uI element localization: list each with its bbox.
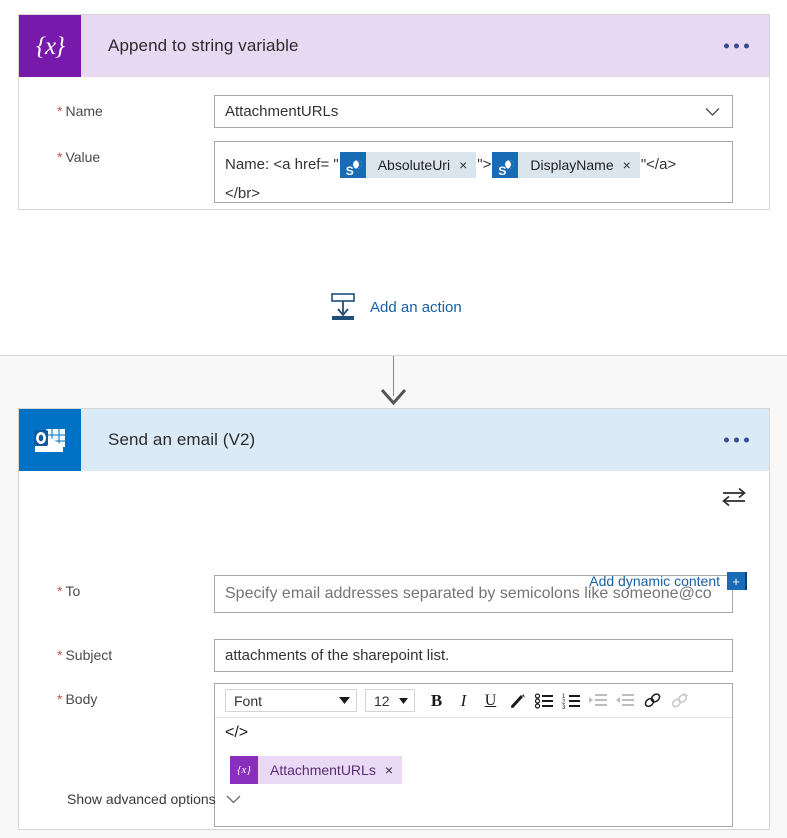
chevron-down-icon: [399, 697, 408, 704]
editor-toolbar: Font 12 B I U 1 2 3: [215, 684, 732, 718]
value-row: *Value Name: <a href= " AbsoluteUri × ">…: [19, 141, 769, 203]
add-dynamic-content-label: Add dynamic content: [589, 573, 720, 589]
subject-row: * Subject attachments of the sharepoint l…: [19, 639, 769, 672]
indent-decrease-icon[interactable]: [612, 688, 639, 713]
chevron-down-icon[interactable]: [705, 107, 720, 116]
subject-input[interactable]: attachments of the sharepoint list.: [214, 639, 733, 672]
sharepoint-icon: [492, 152, 519, 186]
font-size-select[interactable]: 12: [365, 689, 415, 712]
font-family-select[interactable]: Font: [225, 689, 357, 712]
email-card-body: * To Specify email addresses separated by…: [19, 487, 769, 827]
token-label: AttachmentURLs: [270, 762, 376, 778]
name-row: * Name AttachmentURLs: [19, 95, 769, 128]
append-card-body: * Name AttachmentURLs * Value Name: <a hre…: [19, 95, 769, 203]
numbered-list-icon[interactable]: 1 2 3: [558, 688, 585, 713]
body-label: * Body: [57, 691, 98, 707]
name-input-value: AttachmentURLs: [225, 103, 339, 120]
value-text-part-2: ">: [477, 156, 492, 173]
subject-label: * Subject: [57, 647, 113, 663]
outlook-icon: [19, 409, 81, 471]
token-remove-icon[interactable]: ×: [385, 762, 402, 778]
indent-increase-icon[interactable]: [585, 688, 612, 713]
plus-icon[interactable]: +: [727, 572, 747, 590]
token-label: DisplayName: [530, 156, 614, 173]
font-family-value: Font: [234, 692, 263, 709]
name-input[interactable]: AttachmentURLs: [214, 95, 733, 128]
add-an-action-button[interactable]: Add an action: [328, 292, 462, 322]
chevron-down-icon: [339, 697, 350, 704]
unlink-icon[interactable]: [666, 688, 693, 713]
chevron-down-icon: [226, 795, 241, 803]
value-text-part-4: </br>: [225, 185, 261, 202]
text-color-pen-icon[interactable]: [504, 688, 531, 713]
bold-button[interactable]: B: [423, 688, 450, 713]
add-action-icon: [331, 293, 355, 320]
bulleted-list-icon[interactable]: [531, 688, 558, 713]
value-text-part-1: Name: <a href= ": [225, 156, 339, 173]
flow-connector-arrow: [380, 389, 407, 406]
code-view-button[interactable]: </>: [215, 718, 732, 748]
underline-button[interactable]: U: [477, 688, 504, 713]
value-label: * Value: [57, 149, 101, 165]
token-remove-icon[interactable]: ×: [459, 151, 476, 180]
name-label: * Name: [57, 103, 103, 119]
send-an-email-card: Send an email (V2) * To Specify email add…: [18, 408, 770, 830]
font-size-value: 12: [374, 692, 390, 709]
token-label: AbsoluteUri: [377, 156, 451, 173]
dynamic-token-displayname[interactable]: DisplayName ×: [492, 151, 640, 186]
show-advanced-options-label: Show advanced options: [67, 791, 216, 807]
email-card-header[interactable]: Send an email (V2): [19, 409, 769, 471]
token-remove-icon[interactable]: ×: [623, 151, 640, 180]
subject-required-asterisk: *: [57, 647, 63, 663]
append-card-title: Append to string variable: [108, 36, 299, 55]
dynamic-token-attachmenturls[interactable]: AttachmentURLs ×: [230, 756, 403, 784]
dynamic-token-absoluteuri[interactable]: AbsoluteUri ×: [339, 151, 477, 186]
body-rich-text-editor[interactable]: Font 12 B I U 1 2 3 </> {x} AttachmentUR…: [214, 683, 733, 827]
name-required-asterisk: *: [57, 103, 63, 119]
svg-text:3: 3: [562, 705, 566, 709]
append-card-ellipsis-menu[interactable]: [724, 43, 749, 49]
variable-braces-icon: [230, 756, 258, 784]
add-an-action-label: Add an action: [370, 298, 462, 316]
to-required-asterisk: *: [57, 583, 63, 599]
email-card-ellipsis-menu[interactable]: [724, 437, 749, 443]
append-card-header[interactable]: {x} Append to string variable: [19, 15, 769, 77]
subject-input-value: attachments of the sharepoint list.: [225, 647, 450, 664]
email-card-title: Send an email (V2): [108, 430, 256, 449]
to-label: * To: [57, 583, 81, 599]
italic-button[interactable]: I: [450, 688, 477, 713]
add-dynamic-content-button[interactable]: Add dynamic content +: [589, 572, 747, 590]
value-text-part-3: "</a>: [640, 156, 677, 173]
append-to-string-variable-card: {x} Append to string variable * Name Atta…: [18, 14, 770, 210]
link-icon[interactable]: [639, 688, 666, 713]
sharepoint-icon: [339, 152, 366, 186]
value-required-asterisk: *: [57, 149, 63, 165]
variable-braces-icon: {x}: [19, 15, 81, 77]
swap-arrows-icon[interactable]: [721, 487, 747, 507]
body-required-asterisk: *: [57, 691, 63, 707]
body-editor-content[interactable]: AttachmentURLs ×: [215, 748, 732, 826]
value-input[interactable]: Name: <a href= " AbsoluteUri × "> Displa…: [214, 141, 733, 203]
show-advanced-options-button[interactable]: Show advanced options: [67, 791, 241, 807]
code-view-glyph: </>: [225, 724, 249, 741]
